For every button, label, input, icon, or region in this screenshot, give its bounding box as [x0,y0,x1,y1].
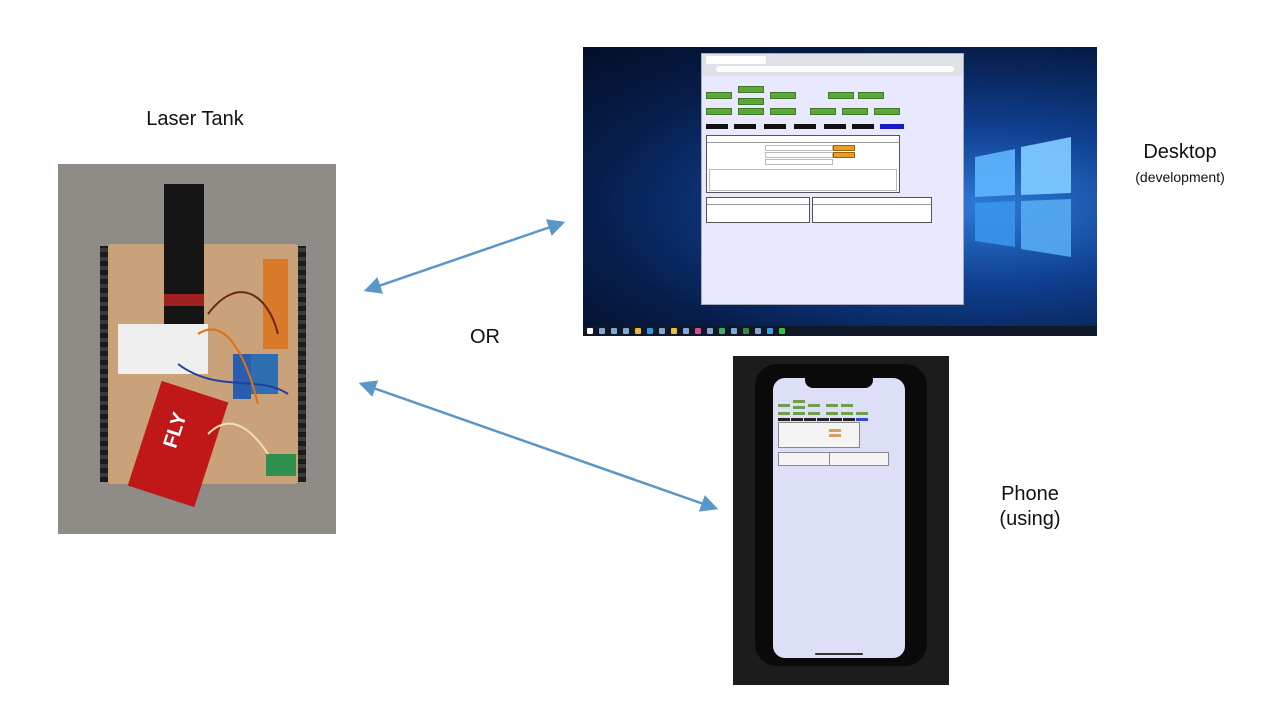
control-button[interactable] [738,98,764,105]
taskbar-icon[interactable] [683,328,689,334]
tank-status-panel [706,197,810,223]
phone-label-line2: (using) [999,508,1061,530]
phone-control-button[interactable] [778,404,790,407]
panel-header [707,136,899,143]
taskbar-icon[interactable] [611,328,617,334]
taskbar-icon[interactable] [707,328,713,334]
secondary-command-input[interactable] [765,152,833,158]
address-bar[interactable] [716,66,954,72]
taskbar-icon[interactable] [647,328,653,334]
laser-button[interactable] [764,124,786,129]
phone-control-button[interactable] [826,404,838,407]
control-button[interactable] [706,108,732,115]
phone-photo [733,356,949,685]
tank-config-panel [706,135,900,193]
control-button[interactable] [706,92,732,99]
phone-control-button[interactable] [856,412,868,415]
start-icon[interactable] [587,328,593,334]
phone-control-button[interactable] [808,404,820,407]
phone-notch [805,378,873,388]
phone-send-button[interactable] [829,434,841,437]
laser-button[interactable] [824,124,846,129]
phone-config-panel [778,422,860,448]
phone-laser-button[interactable] [791,418,803,421]
desktop-link-arrow [363,219,566,294]
panel-header [813,198,931,205]
browser-window [701,53,964,305]
taskbar-icon[interactable] [695,328,701,334]
taskbar-icon[interactable] [635,328,641,334]
taskbar-icon[interactable] [659,328,665,334]
send-button[interactable] [833,145,855,151]
laser-tank-label: Laser Tank [146,108,244,130]
desktop-label: Desktop [1143,141,1217,163]
windows-logo [975,137,1071,257]
phone-settings-panel [829,452,889,466]
laser-tank-photo: FLY [58,164,336,534]
control-button[interactable] [828,92,854,99]
control-button[interactable] [738,108,764,115]
phone-control-button[interactable] [778,412,790,415]
control-button[interactable] [874,108,900,115]
phone-control-button[interactable] [841,412,853,415]
send-button[interactable] [833,152,855,158]
taskbar-icon[interactable] [623,328,629,334]
control-button[interactable] [810,108,836,115]
phone-control-button[interactable] [793,406,805,409]
control-button[interactable] [858,92,884,99]
phone-laser-button[interactable] [830,418,842,421]
phone-laser-button[interactable] [778,418,790,421]
phone-control-button[interactable] [793,412,805,415]
or-label: OR [470,326,500,348]
taskbar-icon[interactable] [743,328,749,334]
phone-control-button[interactable] [808,412,820,415]
phone-control-button[interactable] [841,404,853,407]
taskbar-icon[interactable] [599,328,605,334]
windows-taskbar [583,326,1097,336]
taskbar-icon[interactable] [719,328,725,334]
primary-command-input[interactable] [765,145,833,151]
phone-gallery-button[interactable] [856,418,868,421]
taskbar-icon[interactable] [779,328,785,334]
taskbar-icon[interactable] [671,328,677,334]
fire-button[interactable] [852,124,874,129]
laser-button[interactable] [734,124,756,129]
wires [177,291,289,455]
control-button[interactable] [770,108,796,115]
browser-tab[interactable] [706,56,766,64]
laser-button[interactable] [706,124,728,129]
control-button[interactable] [738,86,764,93]
taskbar-icon[interactable] [755,328,761,334]
gallery-button[interactable] [880,124,904,129]
response-textarea[interactable] [709,169,897,191]
taskbar-icon[interactable] [731,328,737,334]
control-button[interactable] [842,108,868,115]
browser-chrome [702,54,963,76]
desktop-sublabel: (development) [1135,169,1225,185]
phone-control-button[interactable] [826,412,838,415]
phone-laser-button[interactable] [817,418,829,421]
phone-home-indicator [815,653,863,655]
phone-send-button[interactable] [829,429,841,432]
phone-status-panel [778,452,830,466]
button-option-input[interactable] [765,159,833,165]
phone-label-line1: Phone [1001,483,1059,505]
phone-laser-button[interactable] [843,418,855,421]
taskbar-icon[interactable] [767,328,773,334]
phone-control-button[interactable] [793,400,805,403]
laser-button[interactable] [794,124,816,129]
tank-settings-panel [812,197,932,223]
desktop-screenshot [583,47,1097,336]
phone-link-arrow [358,380,719,512]
panel-header [707,198,809,205]
control-button[interactable] [770,92,796,99]
phone-laser-button[interactable] [804,418,816,421]
phone-label: Phone (using) [975,482,1085,532]
